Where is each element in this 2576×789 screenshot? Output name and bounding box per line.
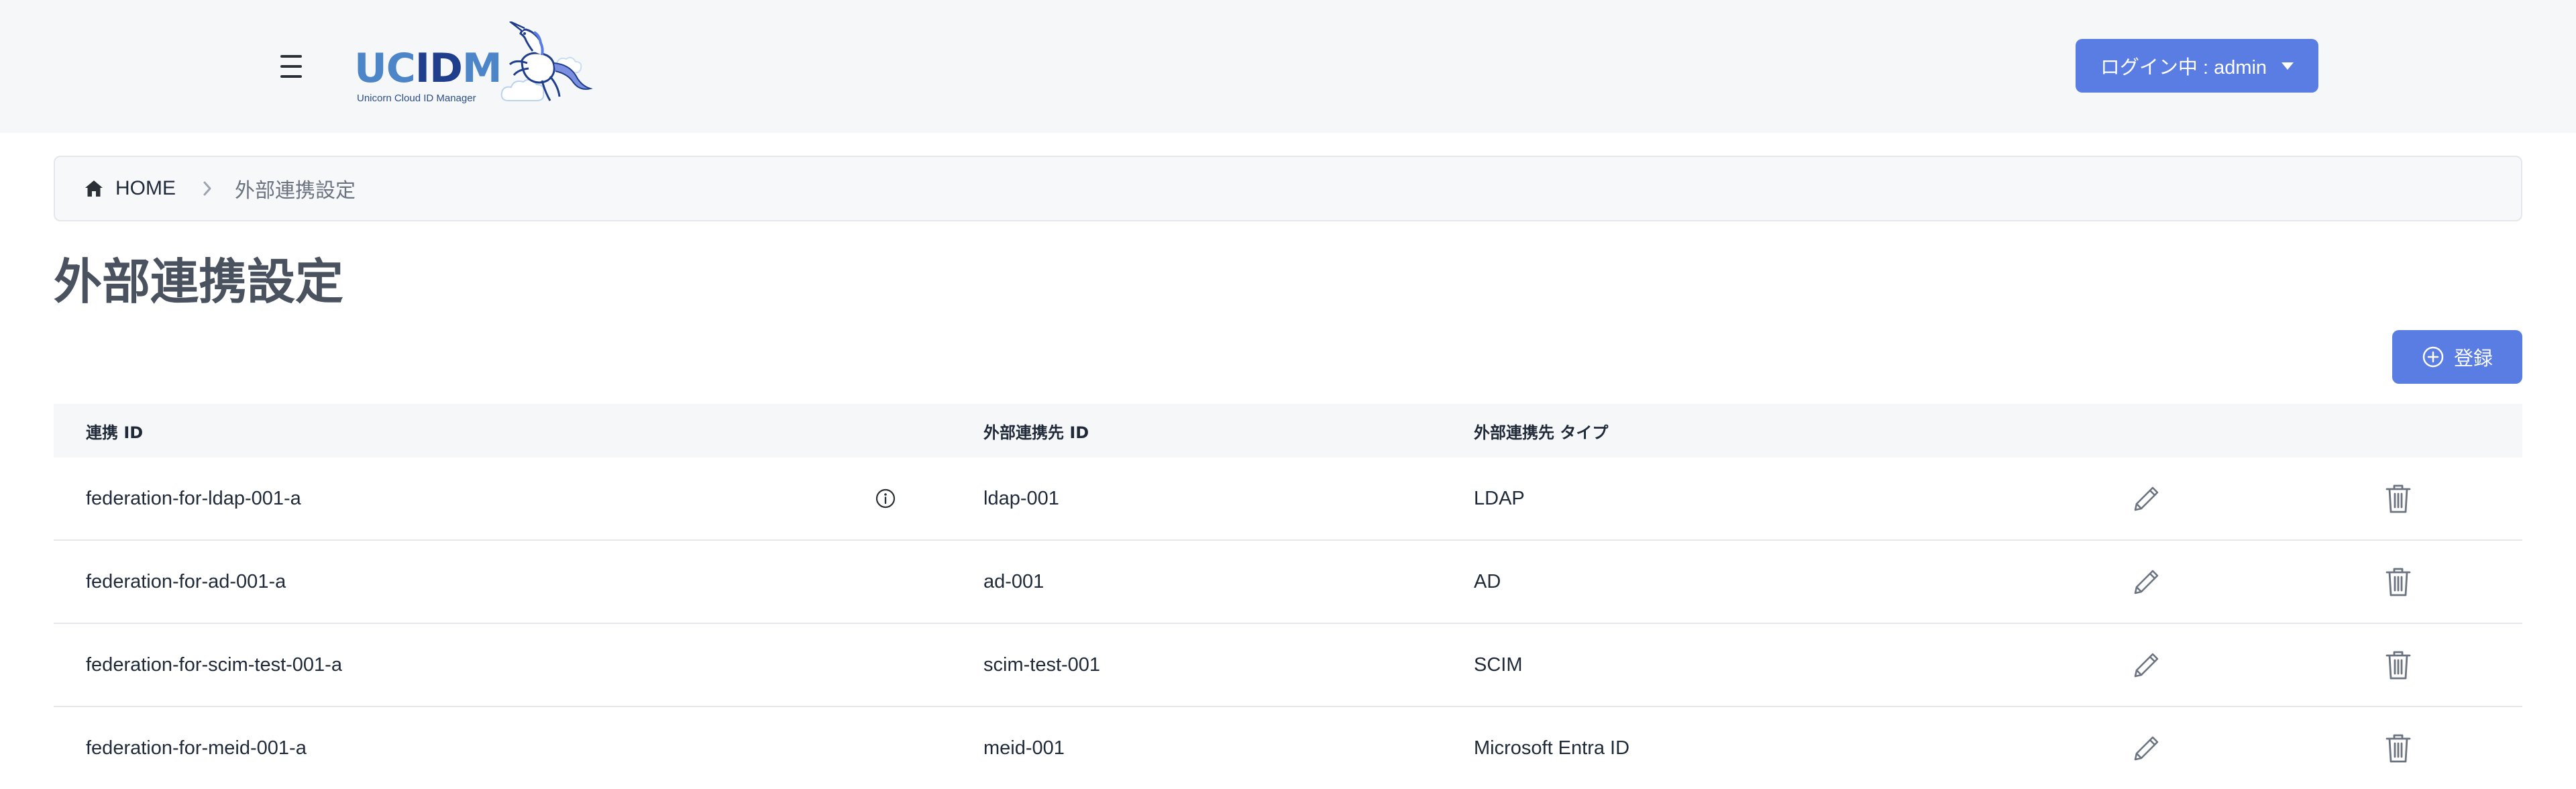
breadcrumb-current: 外部連携設定 <box>235 180 356 202</box>
pencil-icon[interactable] <box>2130 458 2163 539</box>
pencil-icon[interactable] <box>2130 541 2163 623</box>
logo-subtitle: Unicorn Cloud ID Manager <box>357 93 476 104</box>
table-body: federation-for-ldap-001-a ldap-001 LDAP <box>54 458 2522 789</box>
hamburger-bar <box>280 75 302 78</box>
top-header: UCIDM Unicorn Cloud ID Manager ログイン中: a… <box>0 0 2576 133</box>
table-row: federation-for-scim-test-001-a scim-test… <box>54 624 2522 707</box>
federation-table: 連携 ID 外部連携先 ID 外部連携先 タイプ federation-for-… <box>54 404 2522 789</box>
login-user-label: ログイン中 : admin <box>2100 57 2267 78</box>
logo-text-uc: UC <box>354 45 416 92</box>
external-id-cell: ldap-001 <box>983 487 1059 509</box>
logo-text-id: ID <box>415 45 463 92</box>
external-type-cell: SCIM <box>1474 653 1523 676</box>
trash-icon[interactable] <box>2384 707 2412 789</box>
page-title: 外部連携設定 <box>54 254 344 310</box>
info-circle-icon[interactable] <box>875 458 896 539</box>
table-row: federation-for-ad-001-a ad-001 AD <box>54 541 2522 624</box>
plus-circle-icon <box>2422 346 2444 368</box>
column-header-external-type: 外部連携先 タイプ <box>1474 423 1609 442</box>
breadcrumb: HOME 外部連携設定 <box>54 156 2522 221</box>
table-row: federation-for-meid-001-a meid-001 Micro… <box>54 707 2522 789</box>
caret-down-icon <box>2282 62 2294 70</box>
login-user-dropdown[interactable]: ログイン中 : admin <box>2076 39 2318 93</box>
external-id-cell: scim-test-001 <box>983 653 1101 676</box>
hamburger-icon[interactable] <box>280 55 305 78</box>
register-button-label: 登録 <box>2453 347 2493 370</box>
trash-icon[interactable] <box>2384 541 2412 623</box>
table-row: federation-for-ldap-001-a ldap-001 LDAP <box>54 458 2522 541</box>
federation-id-cell: federation-for-ldap-001-a <box>86 487 301 509</box>
breadcrumb-home-link[interactable]: HOME <box>85 177 176 200</box>
external-type-cell: Microsoft Entra ID <box>1474 737 1630 759</box>
column-header-federation-id: 連携 ID <box>86 423 144 442</box>
app-logo[interactable]: UCIDM Unicorn Cloud ID Manager <box>354 21 596 109</box>
hamburger-bar <box>280 55 302 58</box>
register-button[interactable]: 登録 <box>2392 330 2522 384</box>
federation-id-cell: federation-for-meid-001-a <box>86 737 307 759</box>
pencil-icon[interactable] <box>2130 624 2163 706</box>
home-icon <box>85 180 103 197</box>
trash-icon[interactable] <box>2384 624 2412 706</box>
federation-id-cell: federation-for-ad-001-a <box>86 570 286 592</box>
table-header: 連携 ID 外部連携先 ID 外部連携先 タイプ <box>54 404 2522 458</box>
pencil-icon[interactable] <box>2130 707 2163 789</box>
external-type-cell: LDAP <box>1474 487 1525 509</box>
trash-icon[interactable] <box>2384 458 2412 539</box>
hamburger-bar <box>280 65 302 68</box>
breadcrumb-home-label: HOME <box>115 177 176 199</box>
logo-wordmark: UCIDM <box>354 48 502 89</box>
external-type-cell: AD <box>1474 570 1501 592</box>
federation-id-cell: federation-for-scim-test-001-a <box>86 653 342 676</box>
external-id-cell: ad-001 <box>983 570 1044 592</box>
external-id-cell: meid-001 <box>983 737 1065 759</box>
unicorn-icon <box>500 21 593 101</box>
chevron-right-icon <box>203 180 212 197</box>
column-header-external-id: 外部連携先 ID <box>983 423 1089 442</box>
